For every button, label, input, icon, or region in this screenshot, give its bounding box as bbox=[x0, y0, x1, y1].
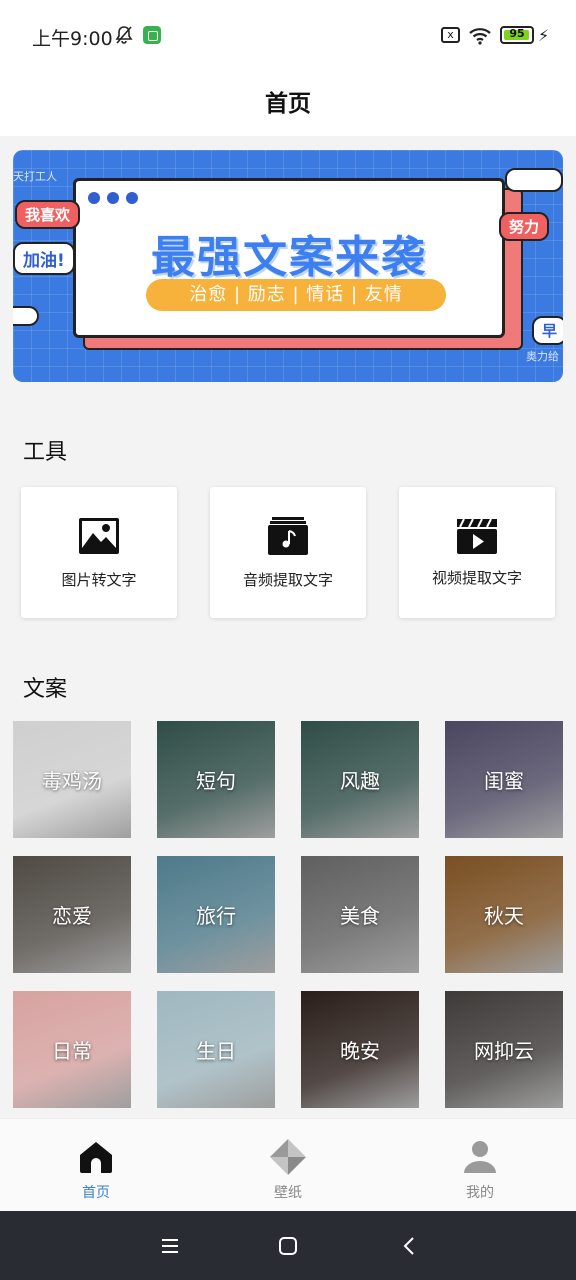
tool-audio-to-text[interactable]: 音频提取文字 bbox=[210, 487, 366, 618]
image-icon bbox=[79, 518, 119, 554]
bottom-nav: 首页 壁纸 我的 bbox=[0, 1118, 576, 1211]
home-square-icon[interactable] bbox=[273, 1231, 303, 1261]
back-icon[interactable] bbox=[395, 1231, 425, 1261]
banner-dots bbox=[88, 189, 145, 208]
category-tile[interactable]: 秋天 bbox=[445, 856, 563, 973]
nav-label: 首页 bbox=[82, 1185, 110, 1201]
category-label: 网抑云 bbox=[474, 1039, 534, 1063]
tool-video-to-text[interactable]: 视频提取文字 bbox=[399, 487, 555, 618]
no-sim-icon: x bbox=[441, 27, 460, 43]
status-bar: 上午9:00 x 95 ⚡ bbox=[0, 0, 576, 70]
menu-icon[interactable] bbox=[155, 1231, 185, 1261]
category-tile[interactable]: 美食 bbox=[301, 856, 419, 973]
nav-label: 我的 bbox=[466, 1185, 494, 1201]
banner-title: 最强文案来袭 bbox=[151, 232, 427, 283]
music-note-icon bbox=[268, 517, 308, 555]
banner-bubble-morning: 早 bbox=[531, 316, 563, 345]
charging-icon: ⚡ bbox=[538, 26, 550, 45]
category-label: 生日 bbox=[196, 1039, 236, 1063]
banner-bubble-dots bbox=[505, 168, 563, 192]
profile-icon bbox=[464, 1141, 496, 1173]
category-label: 短句 bbox=[196, 769, 236, 793]
nav-wallpaper[interactable]: 壁纸 bbox=[192, 1119, 384, 1212]
nav-label: 壁纸 bbox=[274, 1185, 302, 1201]
banner-bubble-cheer: 加油! bbox=[13, 242, 75, 275]
category-label: 恋爱 bbox=[52, 904, 92, 928]
tools-section-title: 工具 bbox=[23, 440, 68, 465]
category-label: 风趣 bbox=[340, 769, 380, 793]
banner-corner-bottom: 奥力给 bbox=[526, 350, 559, 363]
category-label: 日常 bbox=[52, 1039, 92, 1063]
tool-label: 视频提取文字 bbox=[431, 569, 522, 587]
nav-profile[interactable]: 我的 bbox=[384, 1119, 576, 1212]
system-nav-bar bbox=[0, 1211, 576, 1280]
wifi-icon bbox=[469, 28, 491, 45]
tool-image-to-text[interactable]: 图片转文字 bbox=[21, 487, 177, 618]
category-label: 旅行 bbox=[196, 904, 236, 928]
bell-muted-icon bbox=[115, 26, 133, 44]
category-label: 闺蜜 bbox=[484, 769, 524, 793]
category-tile[interactable]: 风趣 bbox=[301, 721, 419, 838]
promo-banner[interactable]: 天打工人 奥力给 最强文案来袭 治愈 | 励志 | 情话 | 友情 我喜欢 加油… bbox=[13, 150, 563, 382]
app-notification-icon bbox=[143, 26, 161, 44]
page-title: 首页 bbox=[265, 91, 311, 117]
category-tile[interactable]: 生日 bbox=[157, 991, 275, 1108]
banner-bubble-effort: 努力 bbox=[498, 212, 549, 241]
battery-icon: 95 bbox=[500, 26, 534, 44]
banner-tags: 治愈 | 励志 | 情话 | 友情 bbox=[146, 279, 446, 311]
home-icon bbox=[80, 1142, 112, 1173]
copy-section-title: 文案 bbox=[23, 677, 68, 702]
app-header: 首页 bbox=[0, 70, 576, 136]
category-label: 晚安 bbox=[340, 1039, 380, 1063]
category-tile[interactable]: 闺蜜 bbox=[445, 721, 563, 838]
tool-label: 音频提取文字 bbox=[242, 571, 333, 589]
video-clapper-icon bbox=[457, 518, 497, 554]
battery-percent: 95 bbox=[509, 27, 525, 40]
category-label: 毒鸡汤 bbox=[42, 769, 102, 793]
nav-home[interactable]: 首页 bbox=[0, 1119, 192, 1212]
banner-corner-top: 天打工人 bbox=[13, 170, 57, 183]
category-tile[interactable]: 网抑云 bbox=[445, 991, 563, 1108]
wallpaper-icon bbox=[270, 1139, 306, 1175]
category-tile[interactable]: 晚安 bbox=[301, 991, 419, 1108]
category-tile[interactable]: 恋爱 bbox=[13, 856, 131, 973]
banner-card: 最强文案来袭 治愈 | 励志 | 情话 | 友情 bbox=[73, 178, 505, 338]
category-tile[interactable]: 短句 bbox=[157, 721, 275, 838]
category-tile[interactable]: 日常 bbox=[13, 991, 131, 1108]
category-label: 秋天 bbox=[484, 904, 524, 928]
category-tile[interactable]: 毒鸡汤 bbox=[13, 721, 131, 838]
category-tile[interactable]: 旅行 bbox=[157, 856, 275, 973]
tool-label: 图片转文字 bbox=[61, 571, 137, 589]
banner-bubble-blank bbox=[13, 306, 39, 326]
banner-bubble-love: 我喜欢 bbox=[15, 200, 81, 229]
status-time: 上午9:00 bbox=[32, 28, 113, 50]
category-label: 美食 bbox=[340, 904, 380, 928]
